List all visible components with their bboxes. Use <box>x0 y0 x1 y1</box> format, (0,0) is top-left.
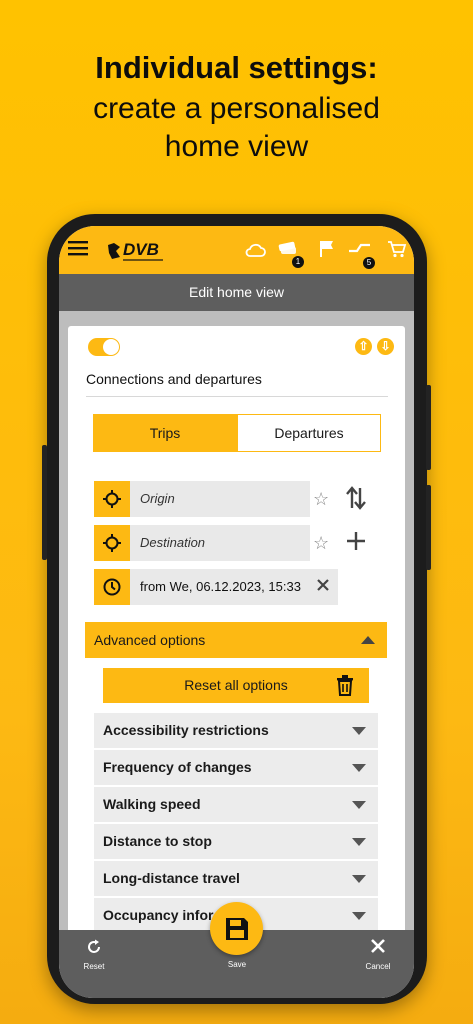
chevron-up-icon <box>361 636 375 644</box>
origin-input[interactable]: Origin <box>130 481 310 517</box>
promo-headline: Individual settings: <box>95 50 378 85</box>
promo-subline: create a personalised home view <box>0 90 473 166</box>
option-distance-to-stop[interactable]: Distance to stop <box>94 824 378 859</box>
option-label: Long-distance travel <box>103 870 240 886</box>
crosshair-icon <box>103 490 121 508</box>
chevron-down-icon <box>352 838 366 846</box>
option-frequency-of-changes[interactable]: Frequency of changes <box>94 750 378 785</box>
cancel-label: Cancel <box>365 962 391 971</box>
dvb-logo[interactable]: DVB <box>106 239 166 263</box>
move-up-icon[interactable]: ⇧ <box>355 338 372 355</box>
datetime-field[interactable]: from We, 06.12.2023, 15:33 <box>130 569 338 605</box>
crosshair-icon <box>103 534 121 552</box>
option-label: Occupancy infor <box>103 907 214 923</box>
phone-side-button <box>426 485 431 570</box>
reset-button[interactable]: Reset <box>79 935 109 975</box>
app-bar: DVB 1 5 <box>59 226 414 274</box>
swap-icon[interactable] <box>345 486 367 515</box>
trash-icon <box>337 675 353 696</box>
tickets-badge: 1 <box>292 256 304 268</box>
connections-badge: 5 <box>363 257 375 269</box>
option-accessibility[interactable]: Accessibility restrictions <box>94 713 378 748</box>
save-label: Save <box>227 960 247 969</box>
locate-destination-button[interactable] <box>94 525 130 561</box>
destination-input[interactable]: Destination <box>130 525 310 561</box>
dvb-logo-text: DVB <box>123 240 159 259</box>
clear-time-icon[interactable] <box>316 578 330 597</box>
cloud-icon[interactable] <box>244 242 266 263</box>
origin-favorite-star-icon[interactable]: ☆ <box>313 489 329 510</box>
app-screen: DVB 1 5 Edit home view ⇧ ⇩ Connections a… <box>59 226 414 998</box>
save-button[interactable] <box>210 902 263 955</box>
option-label: Walking speed <box>103 796 201 812</box>
destination-favorite-star-icon[interactable]: ☆ <box>313 533 329 554</box>
floppy-disk-icon <box>225 917 248 940</box>
phone-side-button <box>426 385 431 470</box>
reset-all-options-button[interactable]: Reset all options <box>103 668 369 703</box>
chevron-down-icon <box>352 912 366 920</box>
add-via-icon[interactable] <box>345 530 367 557</box>
section-title: Connections and departures <box>86 371 262 387</box>
chevron-down-icon <box>352 727 366 735</box>
dvb-emblem-icon <box>108 243 120 259</box>
promo-subline-2: home view <box>164 130 309 163</box>
option-label: Frequency of changes <box>103 759 252 775</box>
flag-icon[interactable] <box>317 239 335 264</box>
move-down-icon[interactable]: ⇩ <box>377 338 394 355</box>
enable-toggle[interactable] <box>88 338 120 356</box>
option-walking-speed[interactable]: Walking speed <box>94 787 378 822</box>
menu-icon[interactable] <box>68 240 88 261</box>
tab-departures[interactable]: Departures <box>237 414 381 452</box>
section-divider <box>86 396 388 397</box>
tab-trips[interactable]: Trips <box>93 414 237 452</box>
reset-label: Reset <box>83 962 105 971</box>
advanced-options-header[interactable]: Advanced options <box>85 622 387 658</box>
page-title: Edit home view <box>59 274 414 311</box>
option-label: Accessibility restrictions <box>103 722 269 738</box>
chevron-down-icon <box>352 801 366 809</box>
content-area: ⇧ ⇩ Connections and departures Trips Dep… <box>59 311 414 946</box>
reset-icon <box>88 939 100 953</box>
cancel-button[interactable]: Cancel <box>361 935 395 975</box>
promo-subline-1: create a personalised <box>93 92 380 125</box>
clock-icon <box>103 578 121 596</box>
chevron-down-icon <box>352 875 366 883</box>
cart-icon[interactable] <box>387 239 407 264</box>
option-label: Distance to stop <box>103 833 212 849</box>
advanced-options-label: Advanced options <box>94 632 206 648</box>
locate-origin-button[interactable] <box>94 481 130 517</box>
settings-card: ⇧ ⇩ Connections and departures Trips Dep… <box>68 326 405 946</box>
close-icon <box>371 939 385 953</box>
chevron-down-icon <box>352 764 366 772</box>
time-button[interactable] <box>94 569 130 605</box>
phone-side-button <box>42 445 47 560</box>
option-long-distance-travel[interactable]: Long-distance travel <box>94 861 378 896</box>
reset-all-options-label: Reset all options <box>184 677 288 693</box>
